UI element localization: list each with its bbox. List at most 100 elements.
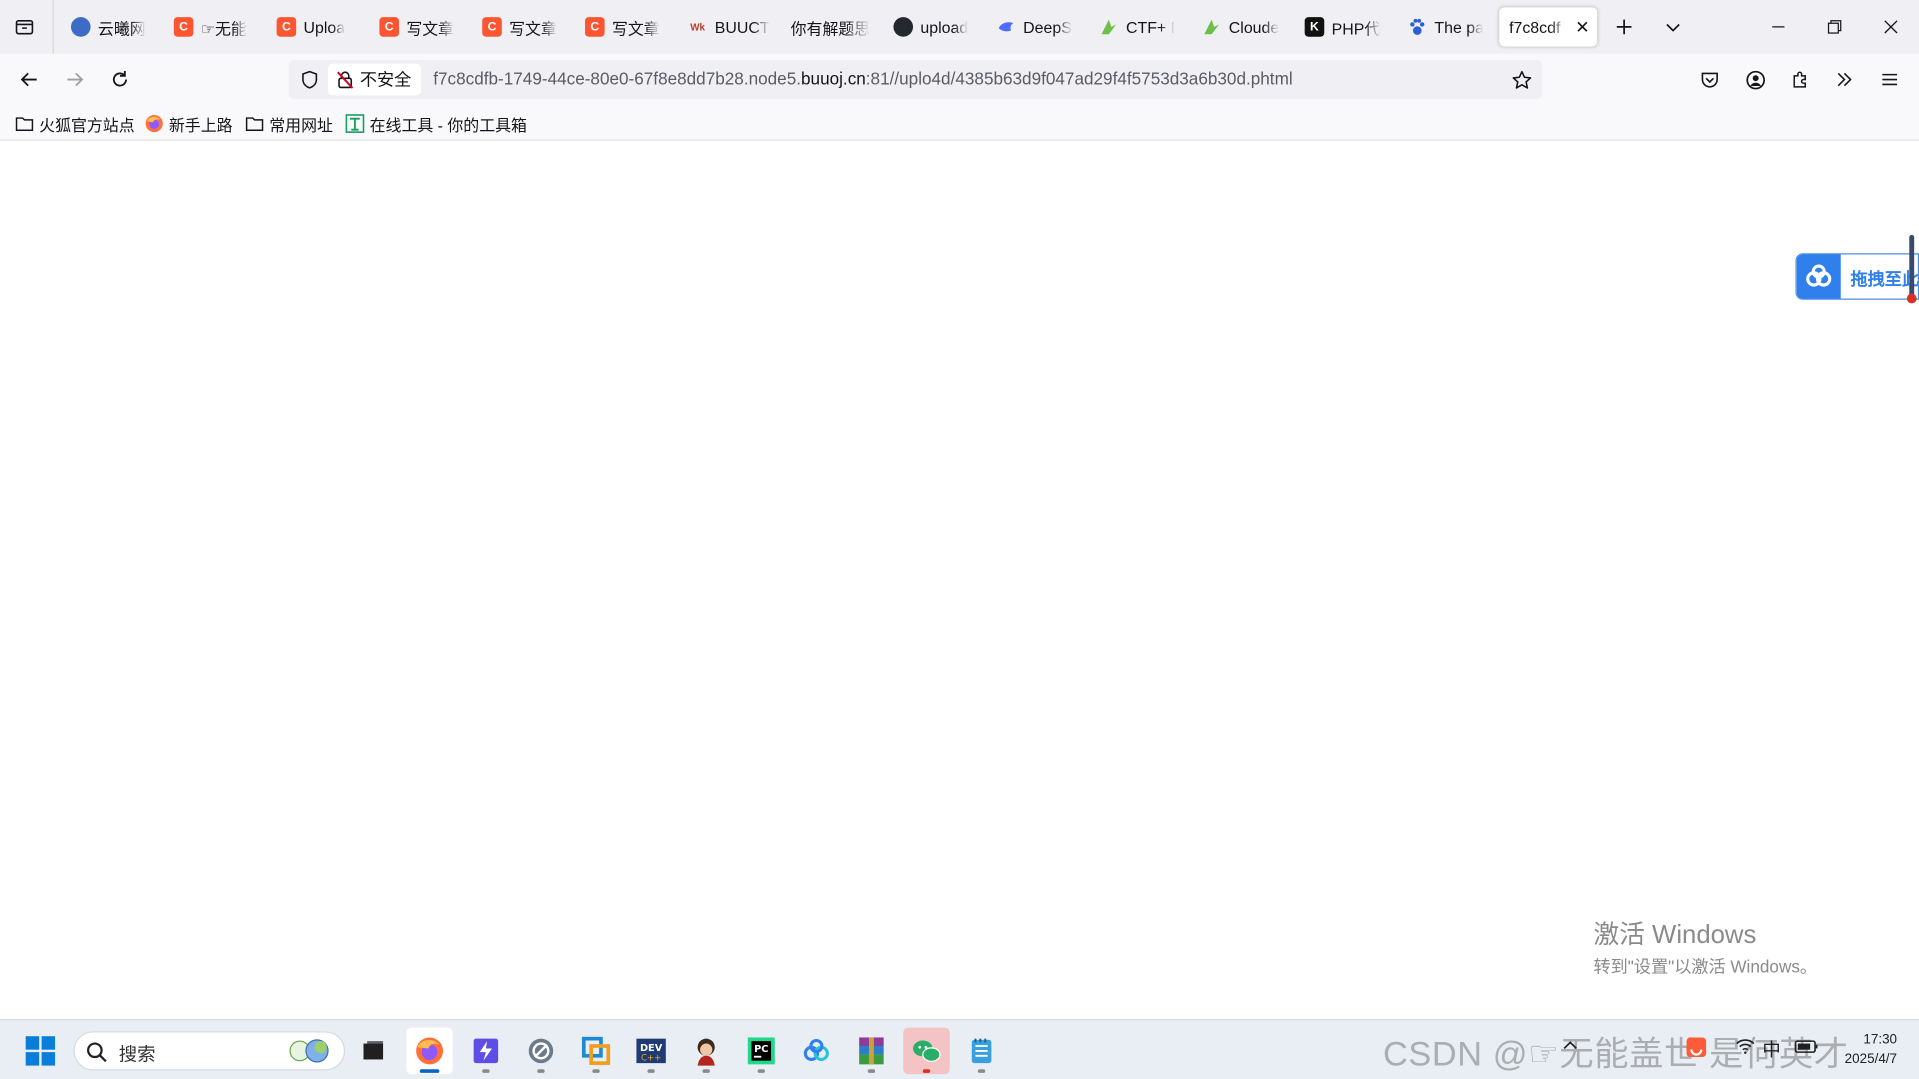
site-security-badge[interactable]: 不安全	[328, 63, 422, 96]
tab-title: 写文章	[611, 18, 660, 38]
running-indicator	[757, 1069, 765, 1073]
tab-3[interactable]: C 写文章	[367, 7, 470, 46]
account-button[interactable]	[1739, 64, 1771, 96]
tab-title: BUUCT	[714, 17, 770, 37]
running-indicator	[419, 1069, 440, 1073]
tab-14-active[interactable]: f7c8cdf ✕	[1499, 7, 1598, 47]
close-window-button[interactable]	[1863, 0, 1919, 54]
bookmark-getting-started[interactable]: 新手上路	[144, 111, 233, 135]
folder-icon	[15, 114, 35, 134]
folder-icon	[245, 114, 265, 134]
csdn-icon: C	[379, 17, 399, 37]
tab-list-icon	[15, 20, 34, 35]
taskbar-firefox[interactable]	[406, 1027, 453, 1075]
list-all-tabs-button[interactable]	[10, 12, 39, 41]
taskbar-vmware[interactable]	[573, 1028, 620, 1074]
search-highlight-icon	[289, 1039, 329, 1063]
system-clock[interactable]: 17:30 2025/4/7	[1836, 1030, 1897, 1069]
new-tab-button[interactable]	[1609, 12, 1638, 41]
taskbar: 搜索 DEV C++ PC CSDN @☞无能盖世 是何英才 中 17:30 2…	[0, 1019, 1919, 1079]
insecure-label: 不安全	[359, 69, 412, 90]
tab-1[interactable]: C ☞无能	[162, 7, 265, 46]
taskbar-wechat[interactable]	[903, 1027, 950, 1075]
tab-8[interactable]: upload	[881, 7, 984, 46]
tab-6[interactable]: Wk BUUCT	[676, 7, 779, 46]
url-text[interactable]: f7c8cdfb-1749-44ce-80e0-67f8e8dd7b28.nod…	[433, 69, 1292, 89]
star-icon	[1511, 70, 1531, 89]
tab-title: 云曦网	[97, 18, 146, 38]
taskbar-notepad[interactable]	[958, 1028, 1005, 1074]
wechat-icon	[913, 1040, 941, 1062]
taskbar-baidu-netdisk[interactable]	[793, 1028, 840, 1074]
tray-app-icon[interactable]	[1684, 1035, 1708, 1064]
taskbar-app-gray[interactable]	[518, 1028, 565, 1074]
tab-11[interactable]: Cloude	[1190, 7, 1293, 46]
tab-title: DeepS	[1023, 17, 1072, 37]
side-handle[interactable]	[1906, 234, 1917, 304]
bookmarks-toolbar: 火狐官方站点 新手上路 常用网址 在线工具 - 你的工具箱	[0, 105, 1919, 141]
app-menu-button[interactable]	[1874, 64, 1906, 96]
puzzle-icon	[1793, 71, 1806, 88]
bookmark-star-button[interactable]	[1508, 66, 1535, 93]
running-indicator	[922, 1069, 931, 1073]
search-placeholder: 搜索	[118, 1044, 156, 1066]
taskbar-avatar-app[interactable]	[683, 1028, 730, 1074]
tab-0[interactable]: 云曦网	[59, 7, 162, 46]
tab-10[interactable]: CTF+ I	[1087, 7, 1190, 46]
double-chevron-right-icon	[1837, 72, 1852, 87]
tab-title: PHP代	[1331, 18, 1381, 38]
activation-title: 激活 Windows	[1593, 921, 1757, 950]
bookmark-label: 新手上路	[168, 115, 233, 134]
tab-13[interactable]: The pa	[1395, 7, 1498, 46]
overflow-chevron-button[interactable]	[1829, 64, 1861, 96]
buuctf-icon: Wk	[690, 21, 705, 33]
forward-button[interactable]	[59, 64, 91, 96]
deepseek-icon	[996, 17, 1016, 37]
reload-button[interactable]	[104, 64, 136, 96]
bookmark-online-tools[interactable]: 在线工具 - 你的工具箱	[345, 111, 527, 135]
tab-2[interactable]: C Uploa	[264, 7, 367, 46]
tray-overflow-button[interactable]	[1562, 1037, 1579, 1059]
start-button[interactable]	[17, 1028, 64, 1074]
clock-date: 2025/4/7	[1844, 1052, 1898, 1067]
taskbar-visual-studio[interactable]	[463, 1028, 510, 1074]
taskbar-pycharm[interactable]: PC	[738, 1028, 785, 1074]
tab-5[interactable]: C 写文章	[573, 7, 676, 46]
taskbar-winrar[interactable]	[848, 1028, 895, 1074]
tab-separator	[52, 0, 54, 54]
extensions-button[interactable]	[1784, 64, 1816, 96]
tracking-protection-icon[interactable]	[296, 66, 323, 93]
arrow-right-icon	[67, 72, 84, 87]
close-tab-icon[interactable]: ✕	[1573, 17, 1593, 37]
pocket-icon	[1701, 72, 1718, 88]
tab-9[interactable]: DeepS	[984, 7, 1087, 46]
restore-button[interactable]	[1806, 0, 1862, 54]
minimize-button[interactable]	[1750, 0, 1806, 54]
wifi-status[interactable]	[1735, 1037, 1755, 1059]
clock-time: 17:30	[1863, 1032, 1898, 1048]
url-host: buuoj.cn	[801, 68, 866, 89]
running-indicator	[977, 1069, 986, 1073]
taskbar-dev-cpp[interactable]: DEV C++	[628, 1028, 675, 1074]
task-view-button[interactable]	[350, 1028, 397, 1074]
bookmark-common-sites[interactable]: 常用网址	[245, 111, 333, 135]
tab-list-dropdown[interactable]	[1658, 12, 1687, 41]
back-button[interactable]	[13, 64, 45, 96]
tab-title: 写文章	[509, 18, 557, 38]
arrow-left-icon	[20, 72, 37, 87]
wifi-icon	[1736, 1039, 1755, 1054]
account-icon	[1745, 70, 1765, 89]
bookmark-label: 在线工具 - 你的工具箱	[369, 115, 527, 134]
tab-12[interactable]: K PHP代	[1292, 7, 1395, 46]
tab-4[interactable]: C 写文章	[470, 7, 573, 46]
input-language[interactable]: 中	[1762, 1036, 1780, 1062]
taskbar-search[interactable]: 搜索	[73, 1031, 346, 1071]
battery-status[interactable]	[1794, 1037, 1818, 1059]
bookmark-firefox-official[interactable]: 火狐官方站点	[15, 111, 135, 135]
url-bar[interactable]: 不安全 f7c8cdfb-1749-44ce-80e0-67f8e8dd7b28…	[288, 59, 1543, 100]
tab-7[interactable]: 你有解题思	[778, 7, 881, 46]
pocket-button[interactable]	[1694, 64, 1726, 96]
red-app-tray-icon	[1686, 1037, 1707, 1058]
tab-title: CTF+ I	[1125, 17, 1176, 37]
baidu-netdisk-drop-widget[interactable]: 拖拽至此	[1795, 253, 1919, 300]
